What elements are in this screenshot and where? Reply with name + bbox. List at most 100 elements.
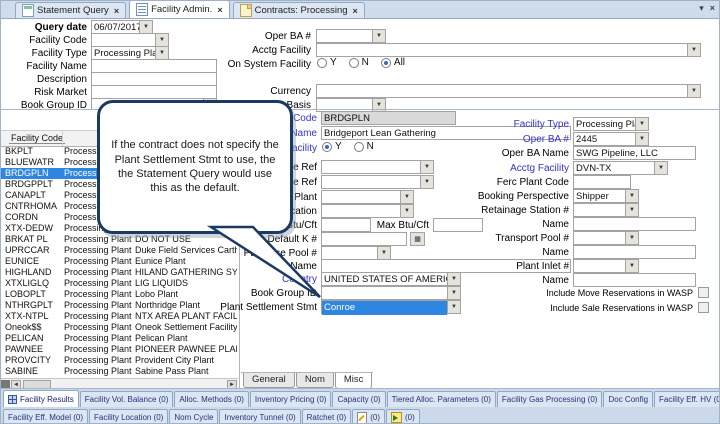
bottom-tab-facility-gas-processing-0[interactable]: Facility Gas Processing (0) <box>497 391 603 407</box>
radio-all[interactable]: All <box>381 57 405 68</box>
chevron-down-icon[interactable]: ▼ <box>687 44 700 56</box>
grid-cell: BRKAT PL <box>5 234 61 245</box>
grid-cell: Provident City Plant <box>135 355 237 366</box>
bottom-tab-facility-results[interactable]: Facility Results <box>3 390 79 407</box>
bottom-tab-nom-cycle[interactable]: Nom Cycle <box>169 409 218 424</box>
chevron-down-icon[interactable]: ▼ <box>687 85 700 97</box>
grid-header-facility-code[interactable]: Facility Code <box>9 133 65 144</box>
subtab-nom[interactable]: Nom <box>296 373 334 388</box>
close-tab-icon[interactable]: × <box>353 6 358 16</box>
max-btu-label: Max Btu/Cft <box>331 220 429 231</box>
grid-cell: Processing Plant <box>64 322 133 333</box>
acctg-facility-select[interactable]: ▼ <box>316 43 701 57</box>
bottom-tab-doc-config[interactable]: Doc Config <box>603 391 653 407</box>
chevron-down-icon[interactable]: ▼ <box>139 21 152 33</box>
chevron-down-icon[interactable]: ▼ <box>447 287 460 299</box>
currency-select[interactable]: ▼ <box>316 84 701 98</box>
chevron-down-icon[interactable]: ▼ <box>654 162 667 174</box>
grid-row-sabine[interactable]: SABINEProcessing PlantSabine Pass Plant <box>1 366 238 377</box>
bottom-tab-inventory-pricing-0[interactable]: Inventory Pricing (0) <box>250 391 332 407</box>
include-move-checkbox[interactable] <box>698 287 709 298</box>
tab-facility-admin[interactable]: Facility Admin. × <box>129 0 230 18</box>
column-separator[interactable] <box>62 131 63 146</box>
bottom-tab-facility-location-0[interactable]: Facility Location (0) <box>89 409 168 424</box>
close-tab-icon[interactable]: × <box>217 5 222 15</box>
chevron-down-icon[interactable]: ▼ <box>377 247 390 259</box>
chevron-down-icon[interactable]: ▼ <box>625 204 638 216</box>
chevron-down-icon[interactable]: ▼ <box>400 191 413 203</box>
purchase-pool-select[interactable]: ▼ <box>321 246 391 260</box>
fuel-price-ref-value <box>322 176 420 190</box>
retainage-name-input[interactable] <box>573 217 696 231</box>
grid-cell: PELICAN <box>5 333 61 344</box>
radio-y[interactable]: Y <box>317 57 337 68</box>
bottom-tab-note[interactable]: (0) <box>352 409 385 424</box>
plant-inlet-select[interactable]: ▼ <box>573 259 639 273</box>
bottom-tab-label: Facility Results <box>20 395 74 404</box>
bottom-tab-tiered-alloc-parameters-0[interactable]: Tiered Alloc. Parameters (0) <box>387 391 496 407</box>
close-window-icon[interactable]: × <box>710 3 715 14</box>
default-k-input[interactable] <box>321 232 407 246</box>
on-system-facility-radiogroup: Y N All <box>317 57 413 68</box>
bottom-tab-facility-vol-balance-0[interactable]: Facility Vol. Balance (0) <box>80 391 174 407</box>
include-sale-label: Include Sale Reservations in WASP <box>493 303 693 313</box>
grid-row-oneok-[interactable]: Oneok$$Processing PlantOneok Settlement … <box>1 322 238 333</box>
bottom-tab-facility-eff-hv-0[interactable]: Facility Eff. HV (0) <box>654 391 720 407</box>
plant-settlement-stmt-value: Conroe <box>322 301 447 315</box>
tab-contracts-processing[interactable]: Contracts: Processing × <box>233 2 365 18</box>
ferc-plant-code-input[interactable] <box>573 175 631 189</box>
bottom-tab-capacity-0[interactable]: Capacity (0) <box>332 391 385 407</box>
plant-settlement-stmt-select[interactable]: Conroe ▼ <box>321 300 461 314</box>
chevron-down-icon[interactable]: ▼ <box>635 133 648 145</box>
chevron-down-icon[interactable]: ▼ <box>635 118 648 130</box>
grid-cell: XTX-NTPL <box>5 311 61 322</box>
grid-row-provcity[interactable]: PROVCITYProcessing PlantProvident City P… <box>1 355 238 366</box>
bottom-tab-alloc-methods-0[interactable]: Alloc. Methods (0) <box>174 391 248 407</box>
transport-pool-select[interactable]: ▼ <box>573 231 639 245</box>
grid-row-pelican[interactable]: PELICANProcessing PlantPelican Plant <box>1 333 238 344</box>
tab-statement-query[interactable]: Statement Query × <box>15 2 126 18</box>
description-input[interactable] <box>91 72 217 86</box>
plant-inlet-name-input[interactable] <box>573 273 696 287</box>
subtab-general[interactable]: General <box>243 373 295 388</box>
capacity-allocation-select[interactable]: ▼ <box>321 204 414 218</box>
grid-row-pawnee[interactable]: PAWNEEProcessing PlantPIONEER PAWNEE PLA… <box>1 344 238 355</box>
radio-n[interactable]: N <box>354 141 374 152</box>
processing-plant-select[interactable]: ▼ <box>321 190 414 204</box>
subtab-misc[interactable]: Misc <box>335 373 373 389</box>
tab-list-chevron-icon[interactable]: ▾ <box>699 3 704 14</box>
bottom-tab-label: Facility Eff. Model (0) <box>8 413 83 422</box>
bottom-tab-facility-eff-model-0[interactable]: Facility Eff. Model (0) <box>3 409 88 424</box>
bottom-tab-link[interactable]: (0) <box>386 409 420 424</box>
bottom-tab-label: (0) <box>405 413 415 422</box>
detail-acctg-facility-select[interactable]: DVN-TX ▼ <box>573 161 668 175</box>
radio-y[interactable]: Y <box>322 141 342 152</box>
transport-name-input[interactable] <box>573 245 696 259</box>
query-date-field[interactable]: 06/07/2017 ▼ <box>91 20 153 34</box>
oper-ba-select[interactable]: ▼ <box>316 29 386 43</box>
detail-facility-type-select[interactable]: Processing Plant ▼ <box>573 117 649 131</box>
include-sale-checkbox[interactable] <box>698 302 709 313</box>
retainage-station-select[interactable]: ▼ <box>573 203 639 217</box>
oper-ba-name-input[interactable]: SWG Pipeline, LLC <box>573 146 696 160</box>
detail-oper-ba-select[interactable]: 2445 ▼ <box>573 132 649 146</box>
chevron-down-icon[interactable]: ▼ <box>625 260 638 272</box>
chevron-down-icon[interactable]: ▼ <box>400 205 413 217</box>
radio-circle-icon <box>322 142 332 152</box>
grid-cell: Processing Plant <box>64 344 133 355</box>
oper-ba-value <box>317 30 372 44</box>
fuel-price-ref-select[interactable]: ▼ <box>321 175 434 189</box>
chevron-down-icon[interactable]: ▼ <box>447 301 460 313</box>
bottom-tab-ratchet-0[interactable]: Ratchet (0) <box>302 409 352 424</box>
radio-n[interactable]: N <box>349 57 369 68</box>
retainage-station-label: Retainage Station # <box>423 205 569 216</box>
chevron-down-icon[interactable]: ▼ <box>625 190 638 202</box>
chevron-down-icon[interactable]: ▼ <box>625 232 638 244</box>
sales-price-ref-select[interactable]: ▼ <box>321 160 434 174</box>
detail-book-group-select[interactable]: ▼ <box>321 286 461 300</box>
close-tab-icon[interactable]: × <box>114 6 119 16</box>
bottom-tab-inventory-tunnel-0[interactable]: Inventory Tunnel (0) <box>219 409 300 424</box>
grid-cell: CORDN <box>5 212 61 223</box>
booking-perspective-select[interactable]: Shipper ▼ <box>573 189 639 203</box>
chevron-down-icon[interactable]: ▼ <box>372 30 385 42</box>
